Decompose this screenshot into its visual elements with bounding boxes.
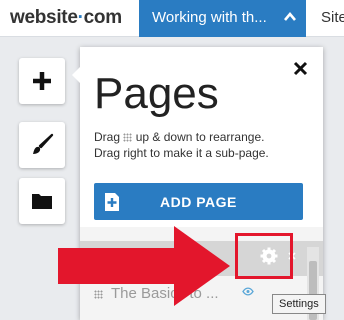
add-page-button-label: ADD PAGE	[160, 194, 237, 210]
current-page-menu-label: Working with th...	[152, 9, 267, 26]
add-content-button[interactable]	[19, 58, 65, 104]
panel-pointer	[72, 67, 80, 83]
close-icon[interactable]	[293, 61, 308, 76]
panel-help-text: Drag up & down to rearrange. Drag right …	[94, 129, 269, 161]
folder-icon	[32, 194, 52, 209]
annotation-arrow	[58, 226, 230, 306]
current-page-menu[interactable]: Working with th...	[139, 0, 306, 37]
help-line-1: Drag up & down to rearrange.	[94, 129, 269, 145]
files-button[interactable]	[19, 178, 65, 224]
plus-icon	[33, 72, 51, 90]
logo-text: website	[10, 7, 78, 28]
help-line-2: Drag right to make it a sub-page.	[94, 146, 269, 160]
paintbrush-icon	[33, 133, 54, 154]
panel-title: Pages	[94, 69, 219, 118]
chevron-up-icon	[284, 11, 296, 21]
eye-icon[interactable]	[242, 287, 254, 296]
help-line-1-start: Drag	[94, 130, 121, 144]
logo-tld: com	[83, 7, 122, 28]
drag-handle-icon	[123, 133, 133, 142]
add-page-icon	[105, 193, 119, 211]
add-page-button[interactable]: ADD PAGE	[94, 183, 303, 220]
help-line-1-end: up & down to rearrange.	[135, 130, 265, 144]
site-logo[interactable]: website·com	[10, 7, 122, 29]
design-button[interactable]	[19, 122, 65, 168]
top-navigation-bar: website·com Working with th... Site	[0, 0, 344, 37]
annotation-highlight-box	[235, 233, 293, 279]
settings-tooltip: Settings	[272, 294, 326, 314]
site-menu[interactable]: Site	[321, 9, 344, 26]
